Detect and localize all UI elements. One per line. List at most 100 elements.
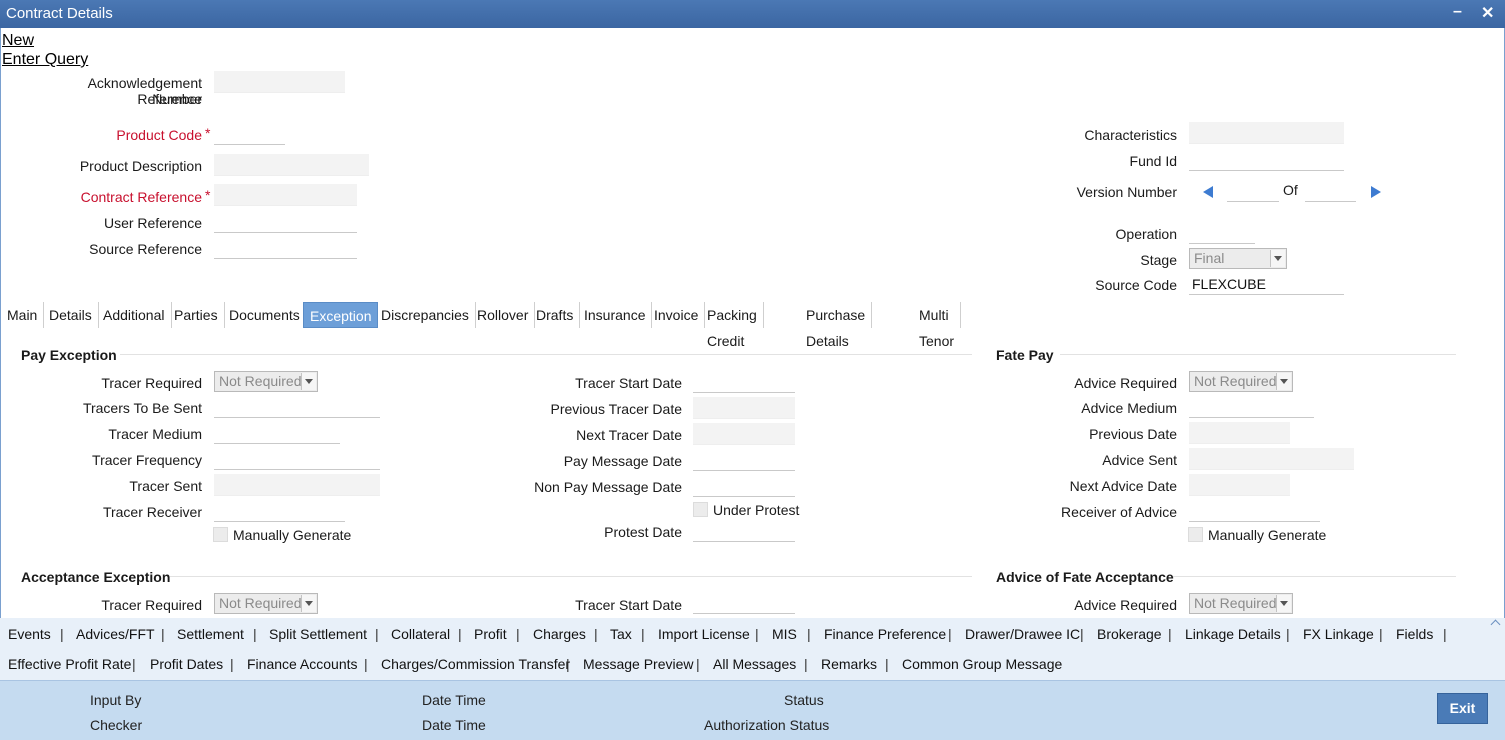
link-separator: | (132, 656, 136, 672)
enter-query-link[interactable]: Enter Query (2, 51, 88, 69)
tab-parties[interactable]: Parties (168, 302, 225, 328)
link-advices-fft[interactable]: Advices/FFT (76, 626, 155, 642)
link-separator: | (948, 626, 952, 642)
tab-invoice[interactable]: Invoice (648, 302, 706, 328)
acceptance-tracer-start-date-field[interactable] (693, 593, 795, 614)
link-separator: | (594, 626, 598, 642)
link-fx-linkage[interactable]: FX Linkage (1303, 626, 1374, 642)
tab-multi-tenor[interactable]: Multi Tenor (913, 302, 962, 349)
tab-documents[interactable]: Documents (223, 302, 307, 328)
version-number-field[interactable] (1227, 180, 1279, 202)
tracer-sent-field[interactable] (214, 474, 380, 496)
previous-tracer-date-field[interactable] (693, 397, 795, 419)
close-icon[interactable]: ✕ (1481, 3, 1494, 23)
tab-drafts[interactable]: Drafts (530, 302, 581, 328)
under-protest-checkbox[interactable] (693, 502, 708, 517)
characteristics-field[interactable] (1189, 122, 1344, 144)
new-link[interactable]: New (2, 32, 34, 50)
chevron-down-icon (1276, 595, 1291, 612)
product-description-field[interactable] (214, 154, 369, 176)
pay-message-date-field[interactable] (693, 449, 795, 471)
previous-version-icon[interactable] (1203, 186, 1213, 198)
tab-exception[interactable]: Exception (303, 302, 379, 328)
tab-details[interactable]: Details (43, 302, 99, 328)
tracer-receiver-field[interactable] (214, 500, 345, 522)
link-events[interactable]: Events (8, 626, 51, 642)
advice-required-select[interactable]: Not Required (1189, 371, 1293, 392)
tracer-required-select[interactable]: Not Required (214, 371, 318, 392)
link-finance-preference[interactable]: Finance Preference (824, 626, 946, 642)
operation-field[interactable] (1189, 222, 1255, 244)
fate-pay-manually-generate-checkbox[interactable] (1188, 527, 1203, 542)
tracers-to-be-sent-field[interactable] (214, 396, 380, 418)
product-code-field[interactable] (214, 123, 285, 145)
chevron-down-icon (1276, 373, 1291, 390)
next-advice-date-label: Next Advice Date (1069, 478, 1177, 494)
tab-packing-credit[interactable]: Packing Credit (701, 302, 764, 349)
link-fields[interactable]: Fields (1396, 626, 1433, 642)
non-pay-message-date-field[interactable] (693, 475, 795, 497)
user-reference-label: User Reference (103, 215, 202, 231)
tab-additional[interactable]: Additional (97, 302, 172, 328)
exit-button[interactable]: Exit (1437, 693, 1488, 724)
protest-date-field[interactable] (693, 520, 795, 542)
tracer-frequency-label: Tracer Frequency (92, 452, 202, 468)
next-version-icon[interactable] (1371, 186, 1381, 198)
tab-main[interactable]: Main (1, 302, 45, 328)
source-reference-field[interactable] (214, 237, 357, 259)
link-tax[interactable]: Tax (610, 626, 632, 642)
link-collateral[interactable]: Collateral (391, 626, 450, 642)
fate-acceptance-advice-required-select[interactable]: Not Required (1189, 593, 1293, 614)
link-split-settlement[interactable]: Split Settlement (269, 626, 367, 642)
protest-date-label: Protest Date (604, 524, 682, 540)
link-charges[interactable]: Charges (533, 626, 586, 642)
link-profit[interactable]: Profit (474, 626, 507, 642)
tab-discrepancies[interactable]: Discrepancies (375, 302, 476, 328)
link-linkage-details[interactable]: Linkage Details (1185, 626, 1281, 642)
next-tracer-date-field[interactable] (693, 423, 795, 445)
link-separator: | (1443, 626, 1447, 642)
link-brokerage[interactable]: Brokerage (1097, 626, 1162, 642)
link-drawer-drawee-ic[interactable]: Drawer/Drawee IC (965, 626, 1080, 642)
contract-reference-field[interactable] (214, 184, 357, 206)
tracer-medium-label: Tracer Medium (108, 426, 202, 442)
advice-medium-field[interactable] (1189, 396, 1314, 418)
scroll-up-icon[interactable] (1492, 619, 1502, 629)
link-common-group-message[interactable]: Common Group Message (902, 656, 1062, 672)
link-remarks[interactable]: Remarks (821, 656, 877, 672)
tracer-start-date-field[interactable] (693, 371, 795, 393)
version-total-field[interactable] (1305, 180, 1356, 202)
advice-sent-field[interactable] (1189, 448, 1354, 470)
previous-tracer-date-label: Previous Tracer Date (550, 401, 683, 417)
acceptance-tracer-required-select[interactable]: Not Required (214, 593, 318, 614)
tracer-frequency-field[interactable] (214, 448, 380, 470)
link-finance-accounts[interactable]: Finance Accounts (247, 656, 358, 672)
stage-select[interactable]: Final (1189, 248, 1287, 269)
link-all-messages[interactable]: All Messages (713, 656, 796, 672)
link-mis[interactable]: MIS (772, 626, 797, 642)
minimize-icon[interactable]: – (1453, 3, 1462, 21)
link-separator: | (253, 626, 257, 642)
link-effective-profit-rate[interactable]: Effective Profit Rate (8, 656, 131, 672)
tracer-medium-field[interactable] (214, 422, 340, 444)
link-import-license[interactable]: Import License (658, 626, 750, 642)
tab-rollover[interactable]: Rollover (471, 302, 536, 328)
link-profit-dates[interactable]: Profit Dates (150, 656, 223, 672)
next-advice-date-field[interactable] (1189, 474, 1290, 496)
link-message-preview[interactable]: Message Preview (583, 656, 694, 672)
tab-insurance[interactable]: Insurance (578, 302, 653, 328)
tab-purchase-details[interactable]: Purchase Details (800, 302, 873, 349)
status-label: Status (784, 692, 824, 708)
link-charges-commission-transfer[interactable]: Charges/Commission Transfer (381, 656, 570, 672)
manually-generate-checkbox[interactable] (213, 527, 228, 542)
link-settlement[interactable]: Settlement (177, 626, 244, 642)
previous-date-field[interactable] (1189, 422, 1290, 444)
user-reference-field[interactable] (214, 211, 357, 233)
non-pay-message-date-label: Non Pay Message Date (534, 479, 682, 495)
version-number-label: Version Number (1076, 184, 1177, 200)
fund-id-field[interactable] (1189, 149, 1344, 171)
ack-ref-number-field[interactable] (214, 71, 345, 93)
receiver-of-advice-field[interactable] (1189, 500, 1320, 522)
authorization-status-label: Authorization Status (704, 717, 830, 733)
operation-label: Operation (1115, 226, 1177, 242)
